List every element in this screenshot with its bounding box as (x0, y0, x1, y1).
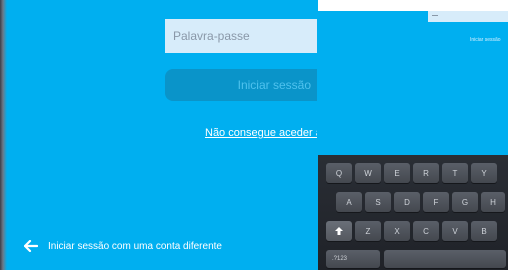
device-edge (0, 0, 7, 270)
key-h[interactable]: H (481, 192, 505, 212)
on-screen-keyboard: Q W E R T Y A S D F G H Z X C V B .?123 (318, 155, 508, 270)
key-w[interactable]: W (355, 163, 381, 183)
right-top-strip (318, 0, 508, 11)
key-q[interactable]: Q (326, 163, 352, 183)
password-field[interactable] (165, 19, 317, 53)
key-b[interactable]: B (471, 221, 497, 241)
text-caret (432, 15, 438, 16)
right-top-notch (428, 0, 508, 11)
key-v[interactable]: V (442, 221, 468, 241)
key-f[interactable]: F (423, 192, 449, 212)
key-r[interactable]: R (413, 163, 439, 183)
key-y[interactable]: Y (471, 163, 497, 183)
different-account-label: Iniciar sessão com uma conta diferente (48, 240, 222, 252)
back-arrow-icon (24, 240, 38, 252)
cant-access-account-link[interactable]: Não consegue aceder à sua conta? (205, 127, 317, 139)
login-screen: Iniciar sessão Não consegue aceder à sua… (0, 0, 508, 270)
numbers-key[interactable]: .?123 (326, 250, 380, 268)
key-z[interactable]: Z (355, 221, 381, 241)
key-d[interactable]: D (394, 192, 420, 212)
key-t[interactable]: T (442, 163, 468, 183)
key-a[interactable]: A (336, 192, 362, 212)
right-signin-label[interactable]: Iniciar sessão (470, 37, 501, 43)
space-key[interactable] (384, 250, 506, 268)
right-username-field[interactable] (428, 11, 508, 22)
key-c[interactable]: C (413, 221, 439, 241)
shift-key[interactable] (326, 221, 352, 241)
key-g[interactable]: G (452, 192, 478, 212)
signin-button[interactable]: Iniciar sessão (165, 69, 317, 101)
key-s[interactable]: S (365, 192, 391, 212)
shift-up-arrow-icon (335, 227, 343, 235)
key-x[interactable]: X (384, 221, 410, 241)
different-account-row[interactable]: Iniciar sessão com uma conta diferente (24, 240, 222, 252)
key-e[interactable]: E (384, 163, 410, 183)
